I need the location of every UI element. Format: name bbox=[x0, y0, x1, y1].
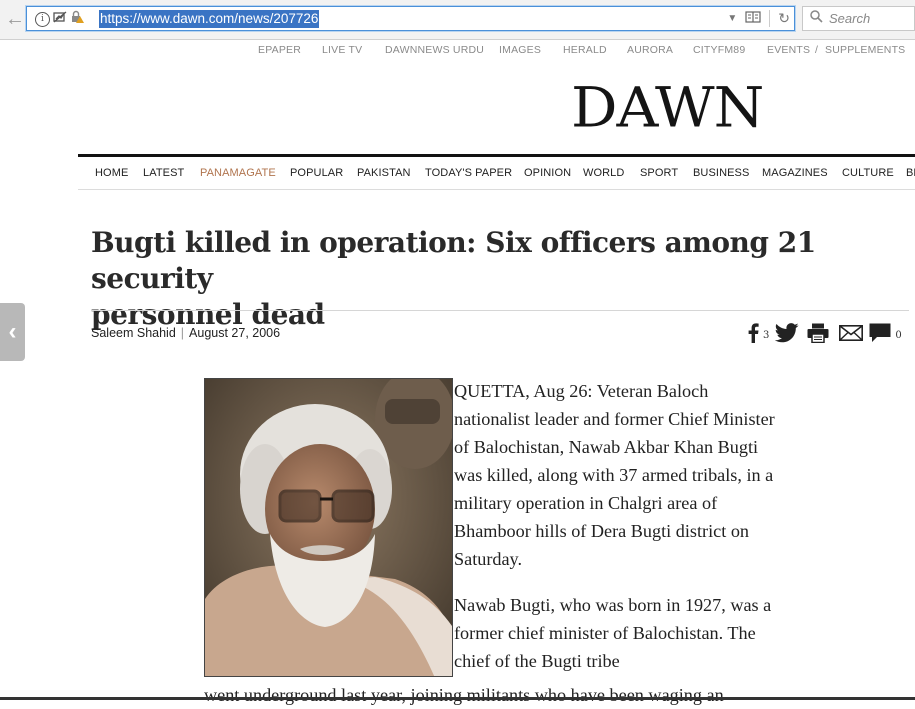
nav-business[interactable]: BUSINESS bbox=[693, 167, 749, 179]
twitter-icon[interactable] bbox=[775, 322, 799, 348]
article-paragraph-2: Nawab Bugti, who was born in 1927, was a… bbox=[454, 595, 772, 671]
author[interactable]: Saleem Shahid bbox=[91, 326, 176, 340]
nav-world[interactable]: WORLD bbox=[583, 167, 624, 179]
url-separator bbox=[769, 10, 771, 27]
nav-culture[interactable]: CULTURE bbox=[842, 167, 894, 179]
article-paragraph-2-continued: went underground last year, joining mili… bbox=[204, 685, 724, 705]
article-body: QUETTA, Aug 26: Veteran Baloch nationali… bbox=[454, 377, 784, 693]
nav-latest[interactable]: LATEST bbox=[143, 167, 184, 179]
search-placeholder: Search bbox=[829, 11, 871, 26]
dropdown-arrow-icon[interactable]: ▼ bbox=[727, 13, 737, 24]
comment-icon[interactable] bbox=[869, 323, 891, 348]
toplink-events[interactable]: EVENTS bbox=[767, 44, 810, 56]
headline-line-1: Bugti killed in operation: Six officers … bbox=[91, 226, 816, 295]
nav-sport[interactable]: SPORT bbox=[640, 167, 678, 179]
nav-panamagate[interactable]: PANAMAGATE bbox=[200, 167, 276, 179]
address-bar[interactable]: i https://www.dawn.com/news/207726 ▼ ↻ bbox=[26, 6, 795, 31]
dawn-logo[interactable]: DAWN bbox=[571, 80, 764, 135]
nav-pakistan[interactable]: PAKISTAN bbox=[357, 167, 411, 179]
print-icon[interactable] bbox=[807, 323, 829, 348]
share-bar: 3 0 bbox=[748, 322, 902, 348]
top-links: EPAPER LIVE TV DAWNNEWS URDU IMAGES HERA… bbox=[0, 44, 915, 58]
toplink-epaper[interactable]: EPAPER bbox=[258, 44, 301, 56]
nav-home[interactable]: HOME bbox=[95, 167, 128, 179]
toplink-divider: / bbox=[815, 44, 819, 56]
toplink-cityfm89[interactable]: CITYFM89 bbox=[693, 44, 745, 56]
article-photo bbox=[204, 378, 453, 677]
search-icon bbox=[810, 10, 823, 26]
headline-divider bbox=[91, 310, 909, 311]
back-arrow-icon[interactable]: ← bbox=[2, 7, 28, 31]
reader-view-icon[interactable] bbox=[745, 11, 761, 26]
nav-magazines[interactable]: MAGAZINES bbox=[762, 167, 828, 179]
mixed-content-icon bbox=[53, 10, 67, 28]
publish-date: August 27, 2006 bbox=[189, 326, 281, 340]
nav-todays-paper[interactable]: TODAY'S PAPER bbox=[425, 167, 512, 179]
toplink-aurora[interactable]: AURORA bbox=[627, 44, 673, 56]
main-nav: HOME LATEST PANAMAGATE POPULAR PAKISTAN … bbox=[78, 154, 915, 190]
lock-warning-icon bbox=[70, 10, 84, 28]
portrait-image bbox=[205, 379, 452, 676]
facebook-share-count: 3 bbox=[763, 329, 770, 341]
site-identity[interactable]: i bbox=[35, 10, 84, 28]
search-box[interactable]: Search bbox=[802, 6, 915, 31]
toplink-herald[interactable]: HERALD bbox=[563, 44, 607, 56]
prev-article-chevron-left-icon[interactable]: ‹ bbox=[0, 303, 25, 361]
info-icon[interactable]: i bbox=[35, 11, 50, 27]
comment-count[interactable]: 0 bbox=[895, 330, 901, 341]
toplink-live-tv[interactable]: LIVE TV bbox=[322, 44, 362, 56]
byline: Saleem Shahid | August 27, 2006 bbox=[91, 326, 280, 340]
url-actions: ▼ ↻ bbox=[727, 9, 790, 28]
browser-toolbar: ← i https://www.dawn.com/news/207726 ▼ ↻… bbox=[0, 0, 915, 40]
facebook-icon[interactable] bbox=[748, 322, 759, 348]
nav-popular[interactable]: POPULAR bbox=[290, 167, 343, 179]
reload-icon[interactable]: ↻ bbox=[778, 10, 790, 27]
article-headline: Bugti killed in operation: Six officers … bbox=[91, 225, 891, 333]
email-icon[interactable] bbox=[839, 324, 864, 346]
toplink-images[interactable]: IMAGES bbox=[499, 44, 541, 56]
toplink-dawnnews-urdu[interactable]: DAWNNEWS URDU bbox=[385, 44, 484, 56]
nav-opinion[interactable]: OPINION bbox=[524, 167, 571, 179]
article-paragraph-1: QUETTA, Aug 26: Veteran Baloch nationali… bbox=[454, 381, 775, 569]
byline-separator: | bbox=[180, 326, 185, 340]
toplink-supplements[interactable]: SUPPLEMENTS bbox=[825, 44, 905, 56]
url-text[interactable]: https://www.dawn.com/news/207726 bbox=[99, 10, 320, 28]
nav-blogs[interactable]: BL bbox=[906, 167, 915, 179]
